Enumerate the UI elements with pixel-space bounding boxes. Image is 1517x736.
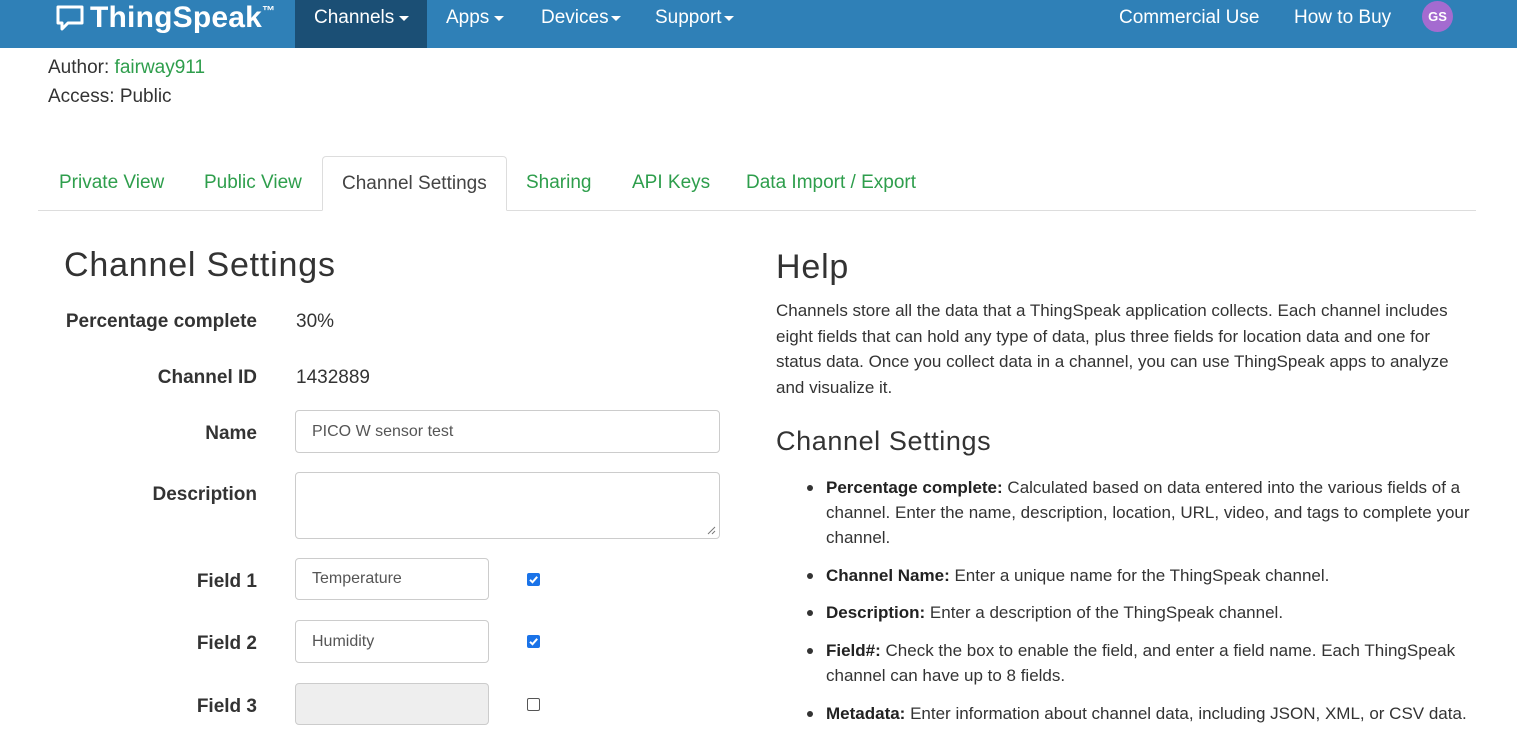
caret-down-icon	[494, 16, 505, 21]
field1-input[interactable]: Temperature	[295, 558, 489, 600]
help-term: Percentage complete:	[826, 478, 1003, 497]
top-navbar: ThingSpeak ™ Channels Apps Devices Suppo…	[0, 0, 1517, 48]
field3-label: Field 3	[196, 696, 257, 717]
tabs-divider	[38, 210, 1476, 211]
nav-channels-label: Channels	[314, 7, 395, 28]
user-avatar[interactable]: GS	[1422, 1, 1453, 32]
help-item-field: Field#: Check the box to enable the fiel…	[807, 638, 1476, 688]
description-textarea[interactable]	[295, 472, 720, 539]
bullet-icon	[807, 573, 813, 579]
checkmark-icon	[529, 638, 538, 646]
author-label: Author:	[48, 57, 110, 78]
field2-value: Humidity	[312, 632, 375, 650]
nav-support-label: Support	[655, 7, 722, 28]
how-to-buy-label: How to Buy	[1294, 7, 1392, 28]
tab-api-keys[interactable]: API Keys	[632, 156, 710, 210]
settings-heading: Channel Settings	[64, 246, 336, 284]
nav-channels-menu[interactable]: Channels	[295, 0, 427, 48]
help-settings-subheading: Channel Settings	[776, 426, 992, 456]
checkmark-icon	[529, 576, 538, 584]
help-desc: Enter information about channel data, in…	[905, 704, 1467, 723]
help-term: Channel Name:	[826, 566, 950, 585]
access-value: Public	[119, 86, 172, 107]
tab-data-import-export[interactable]: Data Import / Export	[746, 156, 916, 210]
access-line: Access: Public	[48, 86, 172, 108]
field1-enable-checkbox[interactable]	[527, 573, 540, 586]
tab-sharing[interactable]: Sharing	[526, 156, 592, 210]
nav-commercial-use-link[interactable]: Commercial Use	[1119, 0, 1259, 48]
channel-name-input[interactable]: PICO W sensor test	[295, 410, 720, 453]
nav-apps-menu[interactable]: Apps	[446, 0, 505, 48]
help-desc: Check the box to enable the field, and e…	[826, 641, 1456, 685]
nav-support-menu[interactable]: Support	[655, 0, 734, 48]
access-label: Access:	[48, 86, 115, 107]
tab-private-view[interactable]: Private View	[59, 156, 164, 210]
logo-text: ThingSpeak	[90, 1, 263, 34]
tab-public-view[interactable]: Public View	[204, 156, 302, 210]
field2-label: Field 2	[196, 633, 257, 654]
percentage-complete-value: 30%	[296, 311, 335, 332]
name-label: Name	[205, 423, 257, 444]
channel-id-value: 1432889	[296, 367, 370, 388]
field1-label: Field 1	[196, 571, 257, 592]
field3-enable-checkbox[interactable]	[527, 698, 540, 711]
bullet-icon	[807, 648, 813, 654]
commercial-use-label: Commercial Use	[1119, 7, 1260, 28]
help-desc: Enter a unique name for the ThingSpeak c…	[949, 566, 1330, 585]
help-heading: Help	[776, 248, 850, 286]
help-term: Metadata:	[826, 704, 906, 723]
field1-value: Temperature	[312, 570, 402, 587]
bullet-icon	[807, 485, 813, 491]
description-label: Description	[152, 484, 257, 505]
channel-name-value: PICO W sensor test	[312, 422, 454, 440]
tab-channel-settings[interactable]: Channel Settings	[322, 156, 507, 211]
help-intro-text: Channels store all the data that a Thing…	[776, 301, 1449, 397]
field3-input[interactable]	[295, 683, 489, 725]
help-item-percentage: Percentage complete: Calculated based on…	[807, 475, 1476, 550]
chat-bubble-logo-icon	[56, 5, 84, 31]
channel-id-label: Channel ID	[157, 367, 257, 388]
nav-devices-label: Devices	[541, 7, 609, 28]
nav-how-to-buy-link[interactable]: How to Buy	[1294, 0, 1391, 48]
thingspeak-logo[interactable]: ThingSpeak ™	[55, 0, 275, 36]
caret-down-icon	[723, 16, 734, 21]
help-item-channel-name: Channel Name: Enter a unique name for th…	[807, 563, 1476, 588]
field2-input[interactable]: Humidity	[295, 620, 489, 663]
bullet-icon	[807, 711, 813, 717]
author-link[interactable]: fairway911	[115, 57, 205, 78]
field2-enable-checkbox[interactable]	[527, 635, 540, 648]
help-item-metadata: Metadata: Enter information about channe…	[807, 701, 1476, 726]
resize-handle-icon[interactable]	[707, 526, 716, 535]
help-item-description: Description: Enter a description of the …	[807, 600, 1476, 625]
caret-down-icon	[610, 16, 621, 21]
help-term: Field#:	[826, 641, 881, 660]
help-desc: Enter a description of the ThingSpeak ch…	[925, 603, 1284, 622]
caret-down-icon	[399, 16, 410, 21]
logo-trademark: ™	[262, 3, 276, 18]
percentage-complete-label: Percentage complete	[65, 311, 257, 332]
bullet-icon	[807, 610, 813, 616]
nav-devices-menu[interactable]: Devices	[541, 0, 621, 48]
help-term: Description:	[826, 603, 926, 622]
author-line: Author: fairway911	[48, 57, 205, 79]
nav-apps-label: Apps	[446, 7, 490, 28]
